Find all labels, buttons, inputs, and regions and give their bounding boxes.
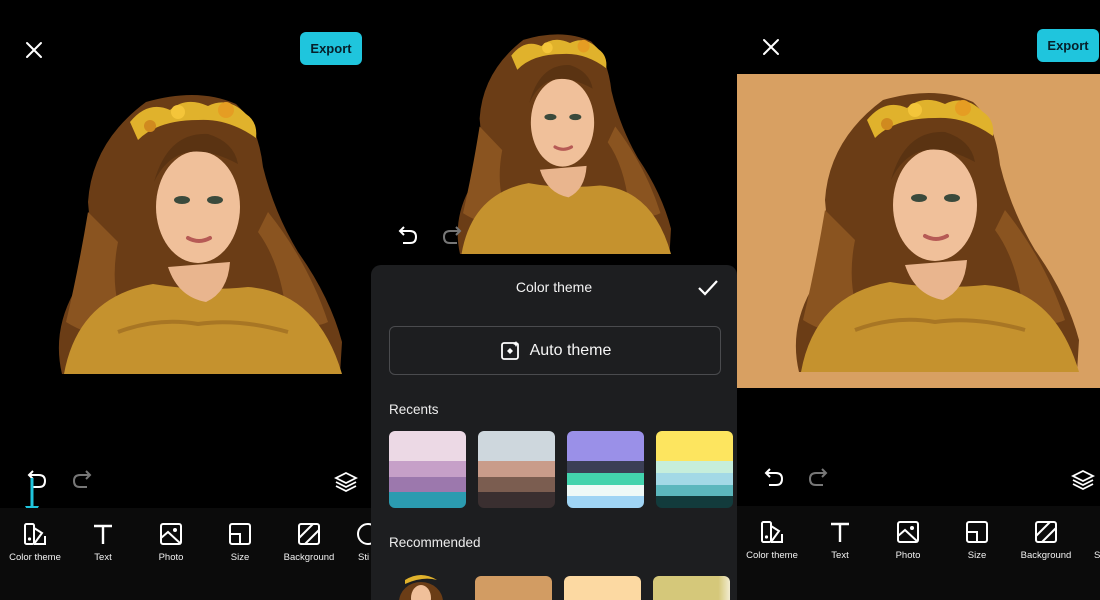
export-button[interactable]: Export [300, 32, 362, 65]
screenshot-collage: Export Color theme Text Photo Size Backg… [0, 0, 1100, 600]
editor-panel-left: Export Color theme Text Photo Size Backg… [0, 0, 371, 600]
close-icon[interactable] [22, 38, 46, 62]
photo-icon [160, 523, 182, 545]
recent-palette[interactable] [389, 431, 466, 508]
recommended-palette[interactable] [653, 576, 730, 600]
tool-label: Photo [158, 552, 184, 563]
portrait-cutout[interactable] [58, 92, 342, 374]
undo-icon[interactable] [759, 464, 787, 490]
tool-color-theme[interactable]: Color theme [0, 520, 70, 563]
tool-label: Size [967, 550, 987, 561]
background-icon [1035, 521, 1057, 543]
photo-icon [897, 521, 919, 543]
portrait-cutout[interactable] [457, 32, 671, 254]
sheet-title: Color theme [515, 279, 593, 295]
recommended-label: Recommended [389, 535, 481, 550]
layers-icon[interactable] [1068, 466, 1098, 494]
tool-photo[interactable]: Photo [873, 518, 943, 561]
tool-color-theme[interactable]: Color theme [737, 518, 807, 561]
confirm-check-icon[interactable] [695, 277, 721, 299]
size-icon [966, 521, 988, 543]
auto-theme-label: Auto theme [529, 341, 612, 359]
tool-background[interactable]: Background [1011, 518, 1081, 561]
recents-label: Recents [389, 402, 439, 417]
canvas-background[interactable] [737, 74, 1100, 388]
close-icon[interactable] [759, 35, 783, 59]
tool-text[interactable]: Text [805, 518, 875, 561]
auto-theme-button[interactable]: Auto theme [389, 326, 721, 375]
editor-panel-right: Export Color theme Text Photo Size Backg… [737, 0, 1100, 600]
size-icon [229, 523, 251, 545]
redo-icon[interactable] [439, 222, 467, 248]
tool-label: Color theme [746, 550, 798, 561]
text-icon [94, 524, 112, 544]
recent-palette[interactable] [567, 431, 644, 508]
color-theme-sheet: Color theme Auto theme Recents Recommend [371, 265, 737, 600]
layers-icon[interactable] [331, 468, 361, 496]
recent-palette[interactable] [656, 431, 733, 508]
auto-theme-icon [500, 340, 519, 360]
tool-photo[interactable]: Photo [136, 520, 206, 563]
recommended-thumbnail[interactable] [393, 570, 449, 600]
redo-icon[interactable] [69, 466, 97, 492]
tool-sticker[interactable]: S [1077, 518, 1100, 561]
tool-label: Photo [895, 550, 921, 561]
tool-label: Background [283, 552, 335, 563]
tool-label: Color theme [9, 552, 61, 563]
tool-label: Text [831, 550, 849, 561]
tool-background[interactable]: Background [274, 520, 344, 563]
sticker-icon [357, 523, 371, 545]
color-theme-icon [761, 521, 783, 543]
tool-sticker[interactable]: Sti [340, 520, 371, 563]
color-theme-panel: Color theme Auto theme Recents Recommend [371, 0, 737, 600]
tool-size[interactable]: Size [205, 520, 275, 563]
tool-label: Background [1020, 550, 1072, 561]
color-theme-icon [24, 523, 46, 545]
export-button[interactable]: Export [1037, 29, 1099, 62]
portrait-cutout[interactable] [795, 90, 1079, 372]
undo-icon[interactable] [393, 222, 421, 248]
tool-label: Sti [358, 552, 370, 563]
tool-label: S [1094, 550, 1100, 561]
tool-label: Size [230, 552, 250, 563]
tool-size[interactable]: Size [942, 518, 1012, 561]
bottom-toolbar: Color theme Text Photo Size Background S [737, 506, 1100, 600]
redo-icon[interactable] [805, 464, 833, 490]
tool-text[interactable]: Text [68, 520, 138, 563]
text-icon [831, 522, 849, 542]
recent-palette[interactable] [478, 431, 555, 508]
tool-label: Text [94, 552, 112, 563]
bottom-toolbar: Color theme Text Photo Size Background S… [0, 508, 371, 600]
recommended-palette[interactable] [475, 576, 552, 600]
recommended-palette[interactable] [564, 576, 641, 600]
background-icon [298, 523, 320, 545]
